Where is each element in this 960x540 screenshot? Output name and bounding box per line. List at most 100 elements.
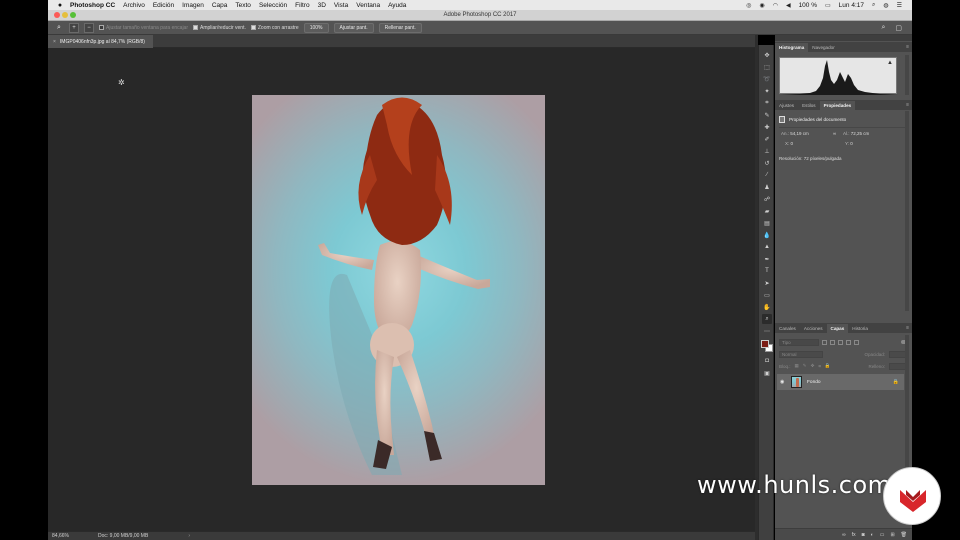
- histogram-scrollbar[interactable]: [905, 55, 909, 95]
- menu-texto[interactable]: Texto: [235, 2, 251, 9]
- panel-menu-icon[interactable]: ≡: [906, 324, 909, 333]
- menu-edicion[interactable]: Edición: [153, 2, 174, 9]
- stamp-tool-icon[interactable]: ♟: [762, 182, 772, 192]
- tab-propiedades[interactable]: Propiedades: [819, 101, 856, 110]
- status-menu-arrow-icon[interactable]: ›: [188, 533, 190, 539]
- healing-brush-tool-icon[interactable]: ✚: [762, 122, 772, 132]
- lasso-tool-icon[interactable]: ➰: [762, 74, 772, 84]
- fill-screen-button[interactable]: Rellenar pant.: [378, 22, 422, 33]
- close-tab-icon[interactable]: ×: [53, 39, 56, 45]
- trash-icon[interactable]: 🗑: [901, 532, 907, 538]
- y-value[interactable]: 0: [850, 141, 853, 146]
- eraser-tool-icon[interactable]: ▰: [762, 206, 772, 216]
- blend-mode-select[interactable]: Normal: [779, 350, 823, 358]
- menu-archivo[interactable]: Archivo: [123, 2, 145, 9]
- hand-tool-icon[interactable]: ✋: [762, 302, 772, 312]
- height-value[interactable]: 72,25 cm: [851, 131, 870, 136]
- tab-capas[interactable]: Capas: [826, 324, 849, 333]
- zoom-in-icon[interactable]: +: [69, 22, 79, 33]
- marquee-tool-icon[interactable]: ⬚: [762, 62, 772, 72]
- siri-icon[interactable]: ◍: [883, 2, 888, 9]
- move-tool-icon[interactable]: ✥: [762, 50, 772, 60]
- tab-histograma[interactable]: Histograma: [775, 43, 809, 52]
- notification-center-icon[interactable]: ☰: [897, 2, 902, 9]
- clock[interactable]: Lun 4:17: [839, 2, 864, 9]
- filter-type-icon[interactable]: [838, 339, 843, 345]
- zoom-window-button[interactable]: [70, 12, 76, 18]
- more-tools-icon[interactable]: ⋯: [762, 326, 772, 336]
- status-zoom-level[interactable]: 84,66%: [48, 533, 78, 539]
- minimize-window-button[interactable]: [62, 12, 68, 18]
- sound-icon[interactable]: ◀: [786, 2, 791, 9]
- lock-all-icon[interactable]: 🔒: [825, 363, 831, 369]
- x-field[interactable]: X: 0: [785, 141, 793, 146]
- zoom-tool-preset-icon[interactable]: ⌕: [54, 23, 64, 33]
- filter-shape-icon[interactable]: [846, 339, 851, 345]
- folder-icon[interactable]: ▭: [880, 532, 885, 538]
- eye-icon[interactable]: ◉: [780, 379, 788, 385]
- layer-row[interactable]: ◉ Fondo 🔒: [777, 374, 904, 390]
- menu-imagen[interactable]: Imagen: [182, 2, 204, 9]
- tab-historia[interactable]: Historia: [848, 324, 872, 333]
- filter-kind-select[interactable]: Tipo: [779, 338, 819, 346]
- quick-mask-icon[interactable]: ◘: [762, 356, 772, 366]
- screen-mode-icon[interactable]: ▣: [762, 368, 772, 378]
- scrubby-zoom-checkbox[interactable]: Zoom con arrastre: [250, 25, 299, 31]
- menu-filtro[interactable]: Filtro: [295, 2, 309, 9]
- document-tab[interactable]: × IMGP0406nfn3p.jpg al 84,7% (RGB/8): [48, 35, 153, 48]
- zoom-all-windows-checkbox[interactable]: Ampliar/reducir vent.: [193, 25, 246, 31]
- panel-menu-icon[interactable]: ≡: [906, 101, 909, 110]
- menu-seleccion[interactable]: Selección: [259, 2, 287, 9]
- battery-percent[interactable]: 100 %: [799, 2, 817, 9]
- pencil-tool-icon[interactable]: ∕: [762, 170, 772, 180]
- lock-pixels-icon[interactable]: ✎: [803, 363, 807, 369]
- magic-wand-tool-icon[interactable]: ✦: [762, 86, 772, 96]
- tab-canales[interactable]: Canales: [775, 324, 800, 333]
- creative-cloud-icon[interactable]: ◎: [746, 2, 751, 9]
- menu-vista[interactable]: Vista: [334, 2, 348, 9]
- y-field[interactable]: Y: 0: [845, 141, 853, 146]
- link-icon[interactable]: ∞: [833, 131, 836, 136]
- height-field[interactable]: Al.: 72,25 cm: [843, 131, 869, 136]
- adjustment-layer-icon[interactable]: ◐: [871, 532, 874, 538]
- width-field[interactable]: An.: 54,19 cm: [781, 131, 809, 136]
- menu-ventana[interactable]: Ventana: [356, 2, 380, 9]
- lock-artboard-icon[interactable]: ⌗: [818, 364, 821, 369]
- type-tool-icon[interactable]: T: [762, 266, 772, 276]
- resize-windows-checkbox[interactable]: Ajustar tamaño ventana para encajar: [99, 25, 188, 31]
- blur-tool-icon[interactable]: 💧: [762, 230, 772, 240]
- volume-icon[interactable]: ◉: [759, 2, 764, 9]
- status-doc-info[interactable]: Doc: 9,00 MB/9,00 MB: [98, 533, 148, 539]
- menu-capa[interactable]: Capa: [212, 2, 228, 9]
- width-value[interactable]: 54,19 cm: [790, 131, 809, 136]
- workspace-icon[interactable]: ▢: [895, 24, 902, 32]
- filter-smart-object-icon[interactable]: [854, 339, 859, 345]
- layer-name[interactable]: Fondo: [807, 380, 821, 385]
- cache-warning-icon[interactable]: ▲: [887, 60, 893, 66]
- tab-estilos[interactable]: Estilos: [798, 101, 820, 110]
- document-image[interactable]: [252, 95, 545, 485]
- history-brush-tool-icon[interactable]: ↺: [762, 158, 772, 168]
- zoom-100-button[interactable]: 100%: [303, 22, 329, 33]
- eyedropper-tool-icon[interactable]: ✎: [762, 110, 772, 120]
- menu-ayuda[interactable]: Ayuda: [388, 2, 406, 9]
- lock-icon[interactable]: 🔒: [893, 379, 899, 385]
- lock-transparency-icon[interactable]: ▦: [795, 363, 799, 369]
- tab-navegador[interactable]: Navegador: [808, 43, 838, 52]
- x-value[interactable]: 0: [791, 141, 794, 146]
- foreground-color-swatch[interactable]: [761, 340, 769, 348]
- path-selection-tool-icon[interactable]: ➤: [762, 278, 772, 288]
- menu-3d[interactable]: 3D: [318, 2, 326, 9]
- brush-tool-icon[interactable]: ✐: [762, 134, 772, 144]
- panel-dock-handle[interactable]: [775, 35, 912, 41]
- close-window-button[interactable]: [54, 12, 60, 18]
- lock-position-icon[interactable]: ✥: [811, 363, 815, 369]
- wifi-icon[interactable]: ◠: [773, 2, 778, 9]
- filter-adjustment-icon[interactable]: [830, 339, 835, 345]
- canvas-area[interactable]: ✲: [48, 48, 755, 531]
- crop-tool-icon[interactable]: ⌗: [762, 98, 772, 108]
- fit-screen-button[interactable]: Ajustar pant.: [333, 22, 374, 33]
- filter-pixel-icon[interactable]: [822, 339, 827, 345]
- dodge-tool-icon[interactable]: ▲: [762, 242, 772, 252]
- zoom-out-icon[interactable]: −: [84, 22, 94, 33]
